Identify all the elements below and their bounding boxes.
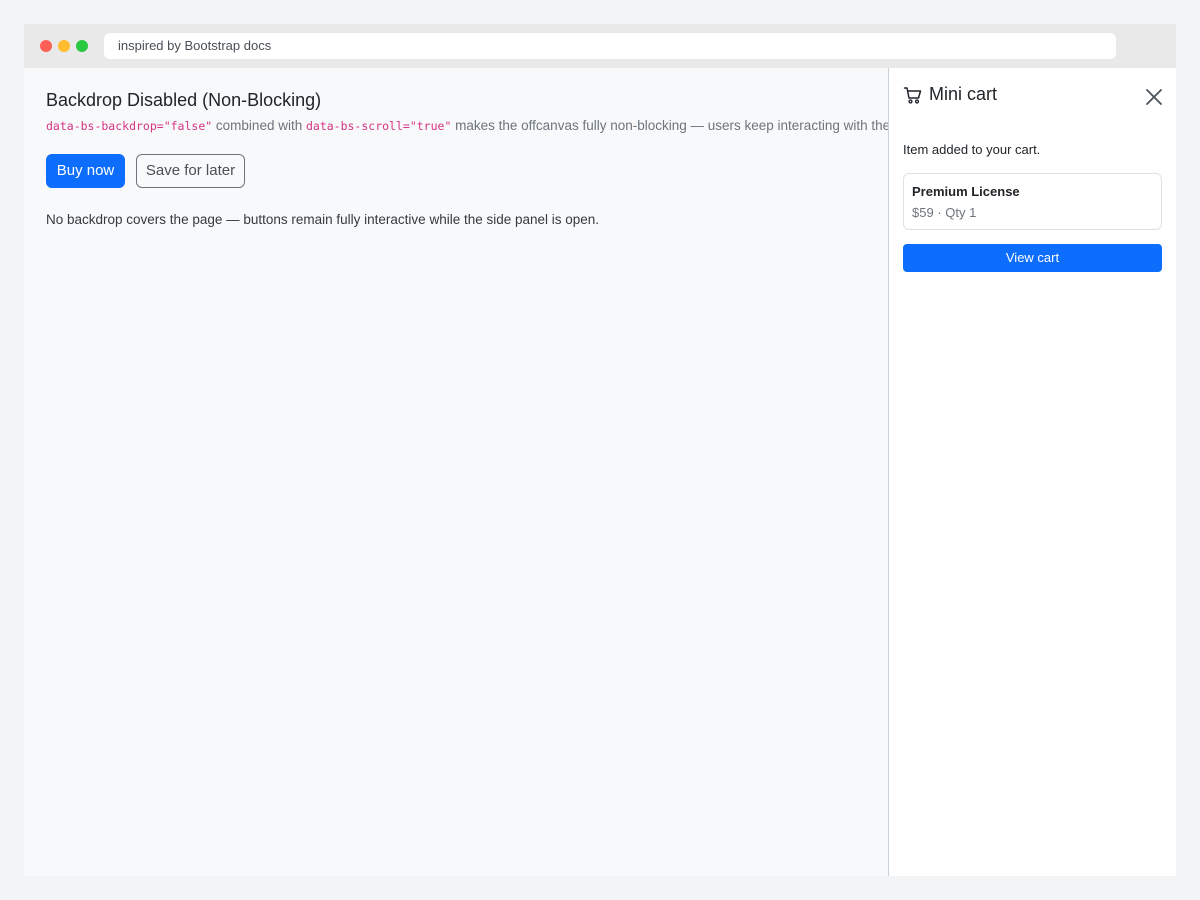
view-cart-button[interactable]: View cart: [903, 244, 1162, 272]
offcanvas-message: Item added to your cart.: [903, 142, 1041, 157]
backdrop-attr-code: data-bs-backdrop="false": [46, 119, 213, 133]
cart-item-name: Premium License: [912, 184, 1020, 199]
description-text-2: makes the offcanvas fully non-blocking —…: [451, 118, 888, 133]
window-close-dot[interactable]: [40, 40, 52, 52]
offcanvas-header: Mini cart: [903, 82, 1163, 110]
close-icon[interactable]: [1143, 86, 1165, 108]
window-minimize-dot[interactable]: [58, 40, 70, 52]
scroll-attr-code: data-bs-scroll="true": [305, 119, 452, 133]
browser-titlebar: inspired by Bootstrap docs: [24, 24, 1176, 68]
page-note: No backdrop covers the page — buttons re…: [46, 212, 600, 227]
address-bar[interactable]: inspired by Bootstrap docs: [104, 33, 1116, 59]
offcanvas-title: Mini cart: [929, 84, 998, 104]
buy-now-button[interactable]: Buy now: [46, 154, 125, 188]
cart-item-card: Premium License $59 · Qty 1: [903, 173, 1162, 230]
cart-icon: [903, 87, 922, 104]
page-description: data-bs-backdrop="false" combined with d…: [46, 118, 888, 133]
cart-item-meta: $59 · Qty 1: [912, 205, 977, 220]
page-content: Backdrop Disabled (Non-Blocking) data-bs…: [24, 68, 888, 876]
window-maximize-dot[interactable]: [76, 40, 88, 52]
save-for-later-button[interactable]: Save for later: [136, 154, 245, 188]
offcanvas-panel: Mini cart Item added to your cart. Premi…: [888, 68, 1176, 876]
browser-window: inspired by Bootstrap docs Backdrop Disa…: [24, 24, 1176, 876]
description-text-1: combined with: [212, 118, 306, 133]
page-title: Backdrop Disabled (Non-Blocking): [46, 90, 322, 110]
